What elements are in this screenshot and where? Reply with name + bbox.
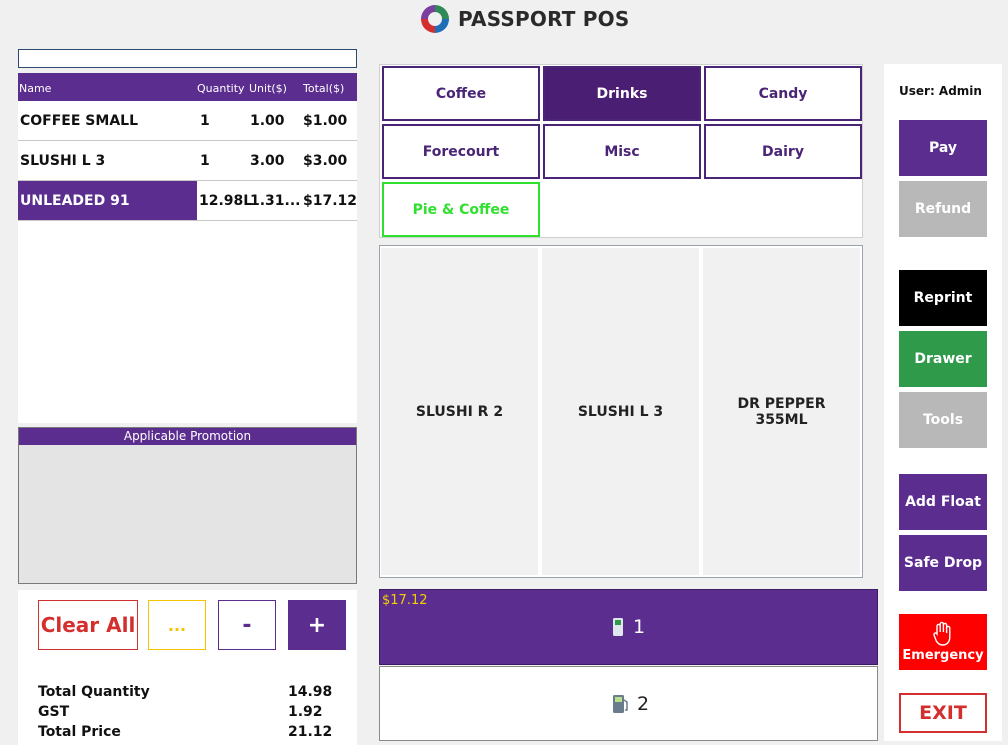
product-button[interactable]: SLUSHI L 3 (542, 248, 699, 575)
tools-button[interactable]: Tools (899, 392, 987, 448)
items-table-header: Name Quantity Unit($) Total($) (18, 73, 357, 101)
exit-button[interactable]: EXIT (899, 693, 987, 733)
product-button[interactable]: DR PEPPER 355ML (703, 248, 860, 575)
pay-button[interactable]: Pay (899, 120, 987, 176)
category-candy-button[interactable]: Candy (704, 66, 862, 121)
emergency-button[interactable]: Emergency (899, 614, 987, 670)
promotion-title: Applicable Promotion (19, 428, 356, 445)
product-panel: SLUSHI R 2 SLUSHI L 3 DR PEPPER 355ML (379, 245, 863, 578)
item-total: $1.00 (303, 113, 348, 129)
gst-value: 1.92 (288, 704, 323, 720)
pump-1-amount: $17.12 (382, 593, 428, 608)
table-row[interactable]: SLUSHI L 3 1 3.00 $3.00 (18, 141, 357, 181)
actions-totals-panel: Clear All ... - + Total Quantity 14.98 G… (18, 590, 357, 745)
emergency-label: Emergency (902, 648, 984, 663)
app-logo: PASSPORT POS (418, 2, 629, 36)
more-options-button[interactable]: ... (148, 600, 206, 650)
category-coffee-button[interactable]: Coffee (382, 66, 540, 121)
total-price-label: Total Price (38, 724, 121, 740)
category-misc-button[interactable]: Misc (543, 124, 701, 179)
pump-1-button[interactable]: $17.12 1 (379, 589, 878, 665)
fuel-pump-icon (613, 618, 623, 636)
drawer-button[interactable]: Drawer (899, 331, 987, 387)
table-row[interactable]: COFFEE SMALL 1 1.00 $1.00 (18, 101, 357, 141)
user-label: User: Admin (899, 84, 982, 98)
pump-2-label: 2 (612, 693, 649, 715)
item-search-input[interactable] (18, 49, 357, 68)
total-quantity-label: Total Quantity (38, 684, 150, 700)
product-label: DR PEPPER 355ML (737, 395, 826, 428)
item-quantity: 1 (200, 113, 210, 129)
reprint-button[interactable]: Reprint (899, 270, 987, 326)
category-drinks-button[interactable]: Drinks (543, 66, 701, 121)
total-quantity-value: 14.98 (288, 684, 333, 700)
item-quantity: 12.98L (199, 193, 253, 209)
item-total: $3.00 (303, 153, 348, 169)
pump-1-label: 1 (612, 616, 645, 638)
item-unit-price: 1.00 (250, 113, 285, 129)
item-name: SLUSHI L 3 (20, 153, 106, 169)
product-label: SLUSHI L 3 (577, 403, 664, 420)
refund-button[interactable]: Refund (899, 181, 987, 237)
category-panel: Coffee Drinks Candy Forecourt Misc Dairy… (379, 64, 863, 238)
passport-logo-icon (421, 5, 449, 33)
item-name: COFFEE SMALL (20, 113, 138, 129)
column-header-name: Name (19, 82, 52, 95)
add-float-button[interactable]: Add Float (899, 474, 987, 530)
app-title: PASSPORT POS (458, 7, 630, 31)
column-header-quantity: Quantity (197, 82, 245, 95)
total-price-value: 21.12 (288, 724, 333, 740)
clear-all-button[interactable]: Clear All (38, 600, 138, 650)
category-pie-coffee-button[interactable]: Pie & Coffee (382, 182, 540, 237)
column-header-unit: Unit($) (249, 82, 287, 95)
fuel-pump-icon (613, 695, 628, 713)
item-name: UNLEADED 91 (20, 193, 130, 209)
decrease-quantity-button[interactable]: - (218, 600, 276, 650)
product-label: SLUSHI R 2 (415, 403, 504, 420)
category-dairy-button[interactable]: Dairy (704, 124, 862, 179)
promotion-panel: Applicable Promotion (18, 427, 357, 584)
gst-label: GST (38, 704, 70, 720)
function-panel: User: Admin Pay Refund Reprint Drawer To… (884, 64, 1002, 741)
item-total: $17.12 (303, 193, 358, 209)
pump-2-button[interactable]: 2 (379, 666, 878, 741)
safe-drop-button[interactable]: Safe Drop (899, 535, 987, 591)
table-row-selected[interactable]: UNLEADED 91 12.98L 1.31... $17.12 (18, 181, 357, 221)
product-button[interactable]: SLUSHI R 2 (381, 248, 538, 575)
transaction-items-panel: Name Quantity Unit($) Total($) COFFEE SM… (18, 73, 357, 423)
item-unit-price: 1.31... (250, 193, 301, 209)
pump-number: 2 (637, 693, 650, 715)
category-forecourt-button[interactable]: Forecourt (382, 124, 540, 179)
pump-number: 1 (633, 616, 646, 638)
increase-quantity-button[interactable]: + (288, 600, 346, 650)
column-header-total: Total($) (303, 82, 345, 95)
hand-stop-icon (933, 621, 951, 646)
item-quantity: 1 (200, 153, 210, 169)
item-unit-price: 3.00 (250, 153, 285, 169)
